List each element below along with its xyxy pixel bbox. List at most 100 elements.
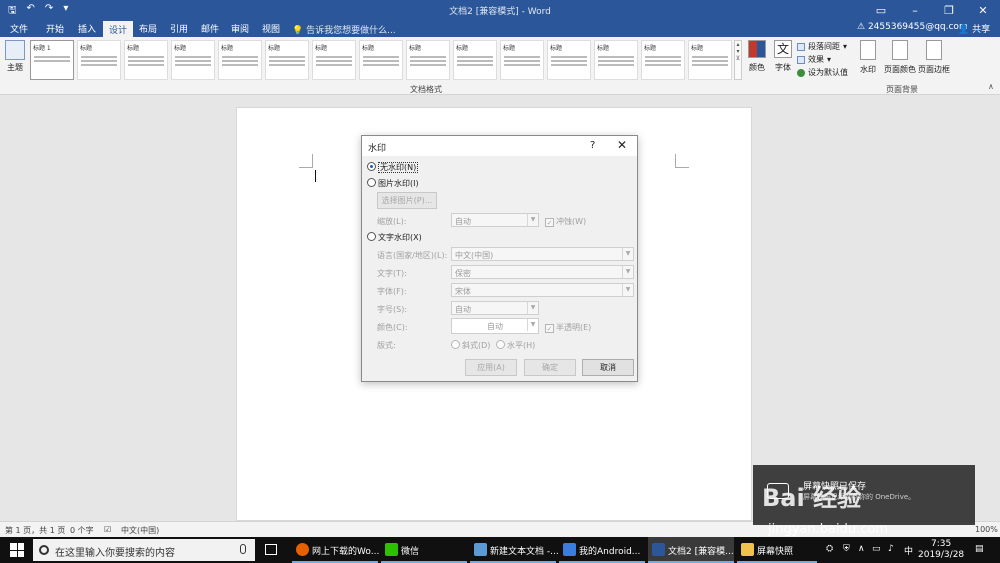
page-color-icon — [892, 40, 908, 60]
taskbar-app-wechat[interactable]: 微信 — [381, 537, 467, 563]
style-set-item[interactable]: 标题 — [453, 40, 497, 80]
text-cursor — [315, 170, 316, 182]
tab-references[interactable]: 引用 — [170, 22, 188, 35]
diagonal-option[interactable]: 斜式(D) — [451, 340, 490, 351]
search-icon — [39, 545, 49, 555]
style-set-item[interactable]: 标题 — [688, 40, 732, 80]
share-button[interactable]: 👤 共享 — [958, 22, 990, 35]
style-set-item[interactable]: 标题 1 — [30, 40, 74, 80]
effects-button[interactable]: 效果 ▾ — [797, 53, 848, 66]
system-clock[interactable]: 7:35 2019/3/28 — [918, 539, 964, 561]
chevron-down-icon: ▼ — [527, 302, 538, 314]
page-color-button[interactable]: 页面颜色 — [884, 40, 916, 75]
colors-button[interactable]: 颜色 — [747, 40, 767, 73]
gallery-scroll[interactable]: ▴ ▾ ⊻ — [734, 40, 742, 80]
tell-me-text: 告诉我您想要做什么... — [306, 26, 396, 36]
tray-overflow-icon[interactable]: ∧ — [858, 544, 865, 554]
tab-view[interactable]: 视图 — [262, 22, 280, 35]
semitransparent-checkbox[interactable]: ✓ 半透明(E) — [545, 322, 591, 333]
taskbar-app-screenshots[interactable]: 屏幕快照 — [737, 537, 817, 563]
ok-button[interactable]: 确定 — [524, 359, 576, 376]
tab-design[interactable]: 设计 — [103, 21, 134, 37]
style-set-item[interactable]: 标题 — [406, 40, 450, 80]
style-set-item[interactable]: 标题 — [171, 40, 215, 80]
language-select[interactable]: 中文(中国) ▼ — [451, 247, 634, 261]
proofing-icon[interactable]: ☑ — [104, 525, 111, 534]
apply-button[interactable]: 应用(A) — [465, 359, 517, 376]
taskbar-app-firefox[interactable]: 网上下载的Wo... — [292, 537, 379, 563]
dialog-close-button[interactable]: ✕ — [617, 138, 627, 152]
paragraph-spacing-button[interactable]: 段落间距 ▾ — [797, 40, 848, 53]
no-watermark-option[interactable]: 无水印(N) — [367, 162, 419, 173]
watermark-button[interactable]: 水印 — [860, 40, 876, 75]
style-set-item[interactable]: 标题 — [265, 40, 309, 80]
word-count[interactable]: 0 个字 — [70, 525, 94, 536]
collapse-ribbon-icon[interactable]: ∧ — [988, 82, 994, 91]
taskbar-app-word[interactable]: 文档2 [兼容模... — [648, 537, 734, 563]
watermark-dialog: 水印 ? ✕ 无水印(N) 图片水印(I) 选择图片(P)... 缩放(L): … — [361, 135, 638, 382]
account-label[interactable]: ⚠ 2455369455@qq.com — [857, 22, 968, 32]
size-select[interactable]: 自动 ▼ — [451, 301, 539, 315]
ime-indicator[interactable]: 中 — [904, 544, 913, 557]
volume-icon[interactable]: ♪ — [888, 544, 894, 554]
style-set-item[interactable]: 标题 — [594, 40, 638, 80]
horizontal-option[interactable]: 水平(H) — [496, 340, 535, 351]
style-set-item[interactable]: 标题 — [547, 40, 591, 80]
tab-layout[interactable]: 布局 — [139, 22, 157, 35]
shield-icon[interactable]: ⛨ — [843, 544, 850, 554]
select-picture-button[interactable]: 选择图片(P)... — [377, 192, 437, 209]
text-select[interactable]: 保密 ▼ — [451, 265, 634, 279]
firefox-icon — [296, 543, 309, 556]
maximize-button[interactable]: ❐ — [932, 0, 966, 20]
tell-me-search[interactable]: 💡 告诉我您想要做什么... — [292, 23, 396, 36]
clock-date: 2019/3/28 — [918, 550, 965, 560]
cancel-button[interactable]: 取消 — [582, 359, 634, 376]
tab-insert[interactable]: 插入 — [78, 22, 96, 35]
style-set-item[interactable]: 标题 — [218, 40, 262, 80]
page-border-button[interactable]: 页面边框 — [918, 40, 950, 75]
style-set-item[interactable]: 标题 — [641, 40, 685, 80]
close-button[interactable]: ✕ — [966, 0, 1000, 20]
washout-checkbox[interactable]: ✓ 冲蚀(W) — [545, 216, 586, 227]
dialog-title: 水印 — [368, 144, 387, 154]
set-default-button[interactable]: 设为默认值 — [797, 66, 848, 79]
size-label: 字号(S): — [377, 305, 408, 314]
taskbar-search[interactable]: 在这里输入你要搜索的内容 — [33, 539, 255, 561]
task-view-icon[interactable] — [265, 544, 277, 555]
themes-button[interactable]: 主题 — [3, 40, 27, 73]
minimize-button[interactable]: – — [898, 0, 932, 20]
language-status[interactable]: 中文(中国) — [121, 525, 159, 536]
style-set-item[interactable]: 标题 — [500, 40, 544, 80]
windows-start-icon[interactable] — [10, 543, 24, 557]
zoom-level[interactable]: 100% — [975, 525, 998, 534]
people-icon[interactable]: ⛭ — [826, 544, 833, 554]
radio-icon — [367, 232, 376, 241]
chevron-down-icon: ▼ — [622, 248, 633, 260]
font-select[interactable]: 宋体 ▼ — [451, 283, 634, 297]
chevron-down-icon: ▼ — [527, 214, 538, 226]
help-button[interactable]: ? — [590, 140, 595, 151]
fonts-button[interactable]: 文 字体 — [773, 40, 793, 73]
tab-file[interactable]: 文件 — [10, 22, 28, 35]
text-watermark-option[interactable]: 文字水印(X) — [367, 232, 422, 243]
style-set-item[interactable]: 标题 — [359, 40, 403, 80]
color-select[interactable]: 自动 ▼ — [451, 318, 539, 334]
page-count[interactable]: 第 1 页，共 1 页 — [5, 525, 65, 536]
scale-select[interactable]: 自动 ▼ — [451, 213, 539, 227]
tab-mailings[interactable]: 邮件 — [201, 22, 219, 35]
style-set-item[interactable]: 标题 — [124, 40, 168, 80]
taskbar-app-notepad[interactable]: 新建文本文档 -... — [470, 537, 559, 563]
ribbon-display-options-icon[interactable]: ▭ — [864, 0, 898, 20]
notification-center-icon[interactable]: ▤ — [975, 544, 984, 554]
style-set-item[interactable]: 标题 — [77, 40, 121, 80]
microphone-icon[interactable] — [240, 544, 246, 554]
network-icon[interactable]: ▭ — [872, 544, 881, 554]
effects-icon — [797, 55, 805, 64]
page-border-icon — [926, 40, 942, 60]
taskbar-app-android[interactable]: 我的Android... — [559, 537, 645, 563]
tab-review[interactable]: 审阅 — [231, 22, 249, 35]
tab-home[interactable]: 开始 — [46, 22, 64, 35]
style-set-item[interactable]: 标题 — [312, 40, 356, 80]
picture-watermark-option[interactable]: 图片水印(I) — [367, 178, 419, 189]
radio-icon — [367, 178, 376, 187]
